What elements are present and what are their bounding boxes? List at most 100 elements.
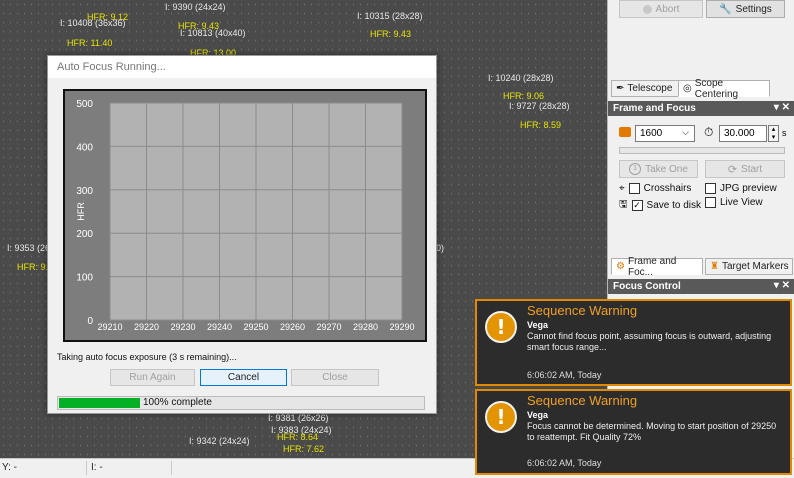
tab-scope-centering[interactable]: ◎ Scope Centering <box>678 77 770 100</box>
y-tick-label: 400 <box>76 142 93 153</box>
focus-control-title: Focus Control <box>613 281 681 292</box>
intensity-label: I: 10408 (36x36) <box>60 18 126 28</box>
start-label: Start <box>741 163 763 175</box>
cancel-button[interactable]: Cancel <box>200 369 287 386</box>
x-tick-label: 29250 <box>243 322 268 332</box>
y-tick-label: 0 <box>87 316 93 327</box>
x-tick-label: 29270 <box>316 322 341 332</box>
live-view-checkbox[interactable]: Live View <box>705 197 763 208</box>
x-tick-label: 29290 <box>389 322 414 332</box>
x-tick-label: 29240 <box>207 322 232 332</box>
status-y-value: Y: - <box>2 462 18 473</box>
hfr-label: HFR: 11.40 <box>67 38 113 48</box>
toast-title: Sequence Warning <box>527 303 638 318</box>
tab-target-markers-label: Target Markers <box>721 261 789 272</box>
hfr-label: HFR: 9.43 <box>370 29 412 39</box>
run-again-label: Run Again <box>129 372 176 383</box>
dialog-title: Auto Focus Running... <box>48 56 436 78</box>
x-tick-label: 29220 <box>134 322 159 332</box>
disk-icon: 🖫 <box>619 199 628 210</box>
intensity-label: I: 10315 (28x28) <box>357 11 423 21</box>
toast-time: 6:06:02 AM, Today <box>527 458 602 468</box>
focus-control-header: Focus Control ▾ ✕ <box>608 279 794 294</box>
tab-scope-centering-label: Scope Centering <box>694 77 739 100</box>
status-separator <box>171 461 172 475</box>
panel-controls-icon[interactable]: ▾ ✕ <box>774 102 790 113</box>
crosshairs-box <box>628 183 640 194</box>
toast-time: 6:06:02 AM, Today <box>527 370 602 380</box>
autofocus-progress-fill <box>59 398 140 408</box>
take-one-label: Take One <box>645 163 688 175</box>
tab-target-markers[interactable]: ♜ Target Markers <box>705 258 793 275</box>
tab-frame-focus[interactable]: ⚙ Frame and Foc... <box>611 255 703 278</box>
hfr-label: HFR: 8.59 <box>520 120 562 130</box>
warning-icon: ! <box>485 311 517 343</box>
telescope-icon: ✒ <box>616 83 625 94</box>
y-tick-label: 200 <box>76 229 93 240</box>
hfr-chart-svg: 29210 29220 29230 29240 29250 29260 29270 29280… <box>76 99 415 332</box>
take-one-button[interactable]: 1 Take One <box>619 160 698 178</box>
crosshairs-checkbox[interactable]: ⌖ Crosshairs <box>619 183 691 194</box>
abort-button[interactable]: Abort <box>619 0 703 18</box>
exposure-input[interactable]: 30.000 <box>719 125 767 142</box>
tab-telescope-label: Telescope <box>627 83 673 94</box>
jpg-preview-box <box>705 183 716 194</box>
panel-controls-icon[interactable]: ▾ ✕ <box>774 280 790 291</box>
status-separator <box>86 461 87 475</box>
x-tick-label: 29210 <box>97 322 122 332</box>
intensity-label: I: 9342 (24x24) <box>189 436 250 446</box>
toast-subtitle: Vega <box>527 410 549 420</box>
settings-button[interactable]: 🔧 Settings <box>706 0 785 18</box>
live-view-label: Live View <box>720 197 763 208</box>
run-again-button[interactable]: Run Again <box>110 369 195 386</box>
save-to-disk-box: ✓ <box>631 200 643 211</box>
close-label: Close <box>322 372 348 383</box>
crosshairs-icon: ⌖ <box>619 183 625 194</box>
chevron-down-icon: ⌵ <box>682 127 689 137</box>
toast-message: Cannot find focus point, assuming focus … <box>527 331 772 352</box>
intensity-label: I: 9727 (28x28) <box>509 101 570 111</box>
jpg-preview-checkbox[interactable]: JPG preview <box>705 183 777 194</box>
x-tick-label: 29260 <box>280 322 305 332</box>
save-to-disk-checkbox[interactable]: 🖫 ✓ Save to disk <box>619 197 701 214</box>
status-text: Taking auto focus exposure (3 s remainin… <box>57 352 237 362</box>
intensity-label: I: 9390 (24x24) <box>165 2 226 12</box>
hfr-chart: 29210 29220 29230 29240 29250 29260 29270 29280… <box>63 89 427 342</box>
y-tick-label: 100 <box>76 273 93 284</box>
intensity-label: I: 10240 (28x28) <box>488 73 554 83</box>
toast-message: Focus cannot be determined. Moving to st… <box>527 421 777 442</box>
y-tick-label: 300 <box>76 186 93 197</box>
save-to-disk-label: Save to disk <box>646 200 702 211</box>
toast-title: Sequence Warning <box>527 393 638 408</box>
hfr-label: HFR: 9.06 <box>503 91 545 101</box>
intensity-label: 0) <box>436 243 445 253</box>
warning-icon: ! <box>485 401 517 433</box>
intensity-label: I: 9381 (26x26) <box>268 413 329 423</box>
camera-icon <box>619 127 631 137</box>
sequence-warning-toast[interactable]: ! Sequence Warning Vega Focus cannot be … <box>475 389 792 475</box>
frame-focus-header: Frame and Focus ▾ ✕ <box>608 101 794 116</box>
tab-telescope[interactable]: ✒ Telescope <box>611 80 679 97</box>
close-button[interactable]: Close <box>291 369 379 386</box>
marker-icon: ♜ <box>710 261 719 272</box>
start-button[interactable]: ⟳ Start <box>705 160 785 178</box>
auto-focus-dialog: Auto Focus Running... 29210 29220 29230 292… <box>47 55 437 414</box>
hfr-label: HFR: 7.62 <box>283 444 325 454</box>
wrench-icon: 🔧 <box>719 3 732 15</box>
toast-subtitle: Vega <box>527 320 549 330</box>
iso-select[interactable]: 1600 ⌵ <box>635 125 695 142</box>
live-view-box <box>705 197 716 208</box>
gear-icon: ⚙ <box>616 261 625 272</box>
y-axis-label: HFR <box>76 202 86 221</box>
tab-frame-focus-label: Frame and Foc... <box>627 255 677 278</box>
refresh-icon: ⟳ <box>727 163 738 176</box>
autofocus-progress-bar <box>57 396 425 410</box>
progress-text: 100% complete <box>143 397 212 408</box>
exposure-stepper[interactable]: ▴ ▾ <box>768 125 779 142</box>
abort-label: Abort <box>655 3 680 15</box>
crosshairs-label: Crosshairs <box>643 183 692 194</box>
iso-value: 1600 <box>640 128 663 139</box>
capture-progress <box>619 147 785 154</box>
sequence-warning-toast[interactable]: ! Sequence Warning Vega Cannot find focu… <box>475 299 792 386</box>
abort-icon <box>642 4 652 14</box>
